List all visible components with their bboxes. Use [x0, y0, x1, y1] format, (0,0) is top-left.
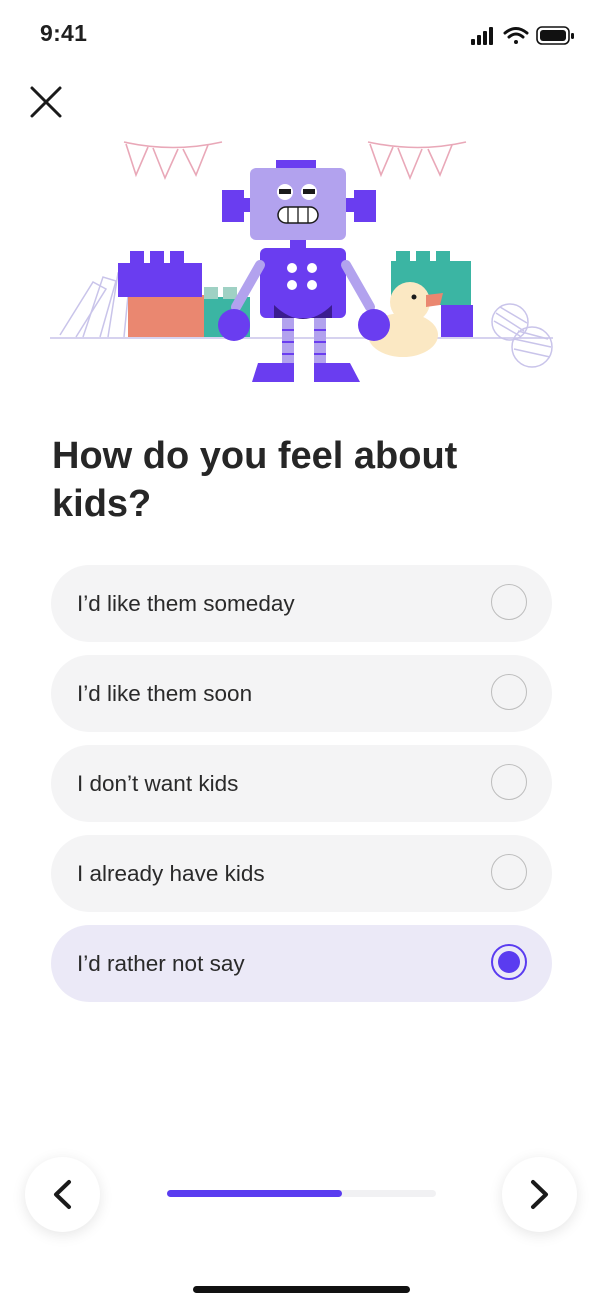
radio-button[interactable] [491, 854, 527, 890]
cellular-signal-icon [471, 27, 493, 45]
answer-options: I’d like them someday I’d like them soon… [51, 565, 552, 1015]
option-label: I don’t want kids [77, 771, 239, 796]
radio-button-selected[interactable] [491, 944, 527, 980]
radio-button[interactable] [491, 674, 527, 710]
option-have-kids[interactable]: I already have kids [51, 835, 552, 912]
bunting-right [367, 141, 467, 181]
hero-illustration [48, 135, 558, 390]
bunting-left [123, 141, 223, 181]
wifi-icon [503, 27, 529, 44]
robot [218, 160, 390, 382]
yarn-balls [491, 303, 553, 368]
close-icon [30, 86, 62, 118]
battery-icon [536, 26, 574, 45]
radio-button[interactable] [491, 764, 527, 800]
back-button[interactable] [25, 1157, 100, 1232]
option-soon[interactable]: I’d like them soon [51, 655, 552, 732]
status-bar: 9:41 [0, 0, 603, 70]
progress-bar [167, 1190, 436, 1197]
option-label: I already have kids [77, 861, 265, 886]
status-time: 9:41 [40, 20, 88, 46]
option-rather-not-say[interactable]: I’d rather not say [51, 925, 552, 1002]
radio-button[interactable] [491, 584, 527, 620]
option-label: I’d like them soon [77, 681, 253, 706]
close-button[interactable] [26, 82, 66, 122]
chevron-left-icon [54, 1180, 71, 1209]
question-title: How do you feel about kids? [52, 435, 458, 525]
option-label: I’d like them someday [77, 591, 295, 616]
home-indicator [193, 1286, 410, 1293]
radio-selected-dot [498, 951, 520, 973]
option-label: I’d rather not say [77, 951, 245, 976]
progress-bar-fill [167, 1190, 342, 1197]
chevron-right-icon [531, 1180, 548, 1209]
option-someday[interactable]: I’d like them someday [51, 565, 552, 642]
option-dont-want[interactable]: I don’t want kids [51, 745, 552, 822]
status-icons [467, 24, 577, 53]
next-button[interactable] [502, 1157, 577, 1232]
